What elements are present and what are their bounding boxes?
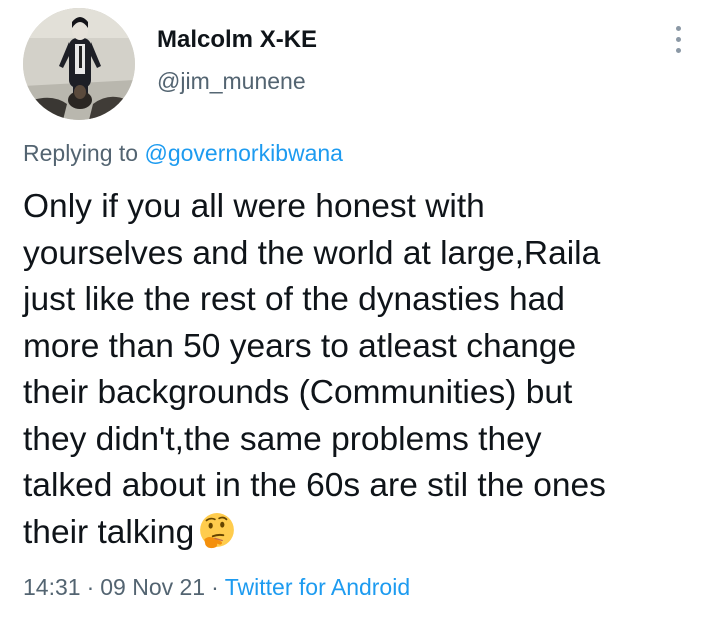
tweet-time: 14:31 — [23, 574, 81, 600]
avatar-image — [23, 8, 135, 120]
tweet-line: more than 50 years to atleast change — [23, 327, 577, 365]
tweet-line: talked about in the 60s are stil the one… — [23, 467, 606, 504]
tweet-meta: 14:31 · 09 Nov 21 · Twitter for Android — [23, 574, 410, 601]
tweet-source-link[interactable]: Twitter for Android — [225, 574, 410, 600]
tweet-line: yourselves and the world at large,Raila — [23, 234, 601, 272]
tweet-line: they didn't,the same problems they — [23, 420, 542, 458]
more-vertical-icon — [676, 26, 681, 31]
user-handle[interactable]: @jim_munene — [157, 68, 306, 95]
tweet-line: their backgrounds (Communities) but — [23, 374, 573, 411]
tweet-line: Only if you all were honest with — [23, 188, 485, 225]
replying-to-label: Replying to — [23, 140, 139, 166]
more-vertical-icon-dot — [676, 37, 681, 42]
thinking-face-emoji — [198, 512, 236, 550]
tweet-line-last: their talking — [23, 510, 703, 557]
meta-separator: · — [86, 574, 95, 600]
avatar[interactable] — [23, 8, 135, 120]
tweet-line: just like the rest of the dynasties had — [23, 281, 565, 318]
tweet-text: Only if you all were honest with yoursel… — [23, 184, 703, 556]
more-vertical-icon-dot — [676, 48, 681, 53]
tweet-card: Malcolm X-KE @jim_munene Replying to @go… — [0, 0, 720, 618]
meta-separator: · — [211, 574, 219, 600]
display-name[interactable]: Malcolm X-KE — [157, 26, 317, 54]
reply-mention-link[interactable]: @governorkibwana — [144, 140, 343, 166]
replying-to: Replying to @governorkibwana — [23, 140, 343, 167]
tweet-line: their talking — [23, 513, 195, 551]
tweet-date: 09 Nov 21 — [100, 574, 206, 600]
more-options-button[interactable] — [664, 22, 694, 58]
